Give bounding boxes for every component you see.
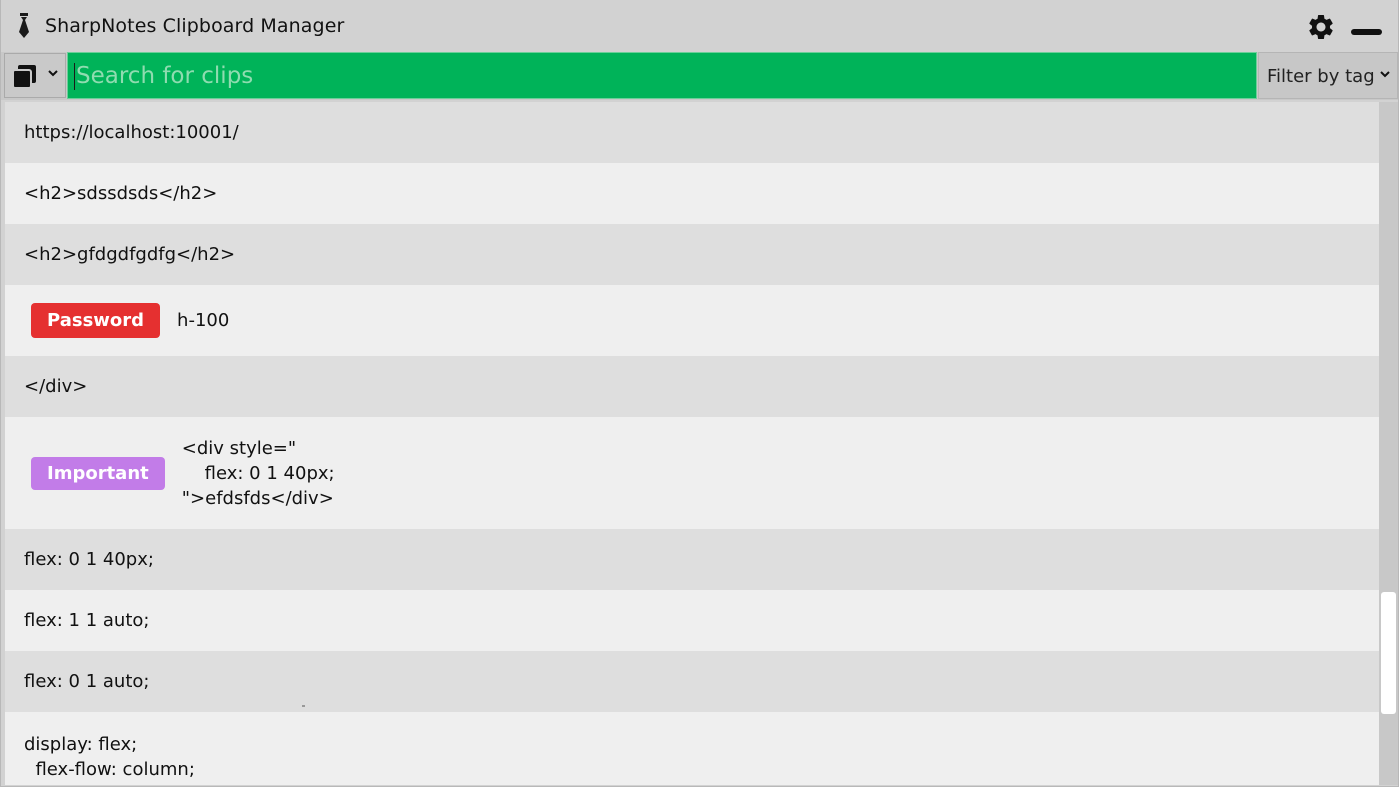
list-item[interactable]: https://localhost:10001/ [5, 102, 1379, 163]
tag-badge[interactable]: Password [31, 303, 161, 338]
list-item[interactable]: flex: 0 1 40px; [5, 529, 1379, 590]
app-title: SharpNotes Clipboard Manager [45, 15, 345, 37]
scrollbar-thumb[interactable] [1381, 592, 1396, 714]
tag-badge[interactable]: Important [31, 456, 165, 490]
clip-text: flex: 0 1 auto; [24, 671, 150, 692]
list-item[interactable]: Important <div style=" flex: 0 1 40px; "… [5, 417, 1379, 529]
copy-menu-button[interactable] [4, 53, 66, 98]
list-item[interactable]: Password h-100 [5, 285, 1379, 356]
chevron-down-icon [48, 70, 58, 77]
clip-text: <h2>gfdgdfgdfg</h2> [24, 244, 236, 265]
list-item[interactable]: flex: 1 1 auto; [5, 590, 1379, 651]
clip-text: flex: 0 1 40px; [24, 549, 154, 570]
list-item[interactable]: display: flex; flex-flow: column; [5, 712, 1379, 785]
list-item[interactable]: <h2>sdssdsds</h2> [5, 163, 1379, 224]
tie-icon [19, 13, 29, 38]
minimize-bar [1351, 29, 1382, 35]
list-item[interactable]: </div> [5, 356, 1379, 417]
chevron-down-icon [1380, 71, 1390, 78]
list-item[interactable]: <h2>gfdgdfgdfg</h2> [5, 224, 1379, 285]
search-input[interactable] [74, 53, 1246, 98]
search-box[interactable] [67, 52, 1257, 99]
toolbar: Filter by tag [1, 52, 1398, 100]
text-caret [74, 63, 75, 90]
filter-label: Filter by tag [1267, 66, 1375, 87]
copy-icon [12, 65, 36, 89]
filter-by-tag-dropdown[interactable]: Filter by tag [1258, 52, 1398, 99]
list-item[interactable]: flex: 0 1 auto; [5, 651, 1379, 712]
clip-text: display: flex; flex-flow: column; [24, 734, 195, 780]
clip-text: <div style=" flex: 0 1 40px; ">efdsfds</… [181, 437, 335, 509]
minimize-icon[interactable] [1350, 22, 1384, 42]
title-bar[interactable]: SharpNotes Clipboard Manager [1, 0, 1398, 52]
app-window: SharpNotes Clipboard Manager Filter by t… [0, 0, 1399, 787]
clip-text: </div> [24, 376, 88, 397]
clip-text: h-100 [177, 310, 230, 331]
clip-list[interactable]: https://localhost:10001/ <h2>sdssdsds</h… [5, 102, 1379, 785]
clip-text: https://localhost:10001/ [24, 122, 239, 143]
clip-text: <h2>sdssdsds</h2> [24, 183, 218, 204]
artifact-dot [302, 705, 305, 707]
clip-text: flex: 1 1 auto; [24, 610, 150, 631]
gear-icon[interactable] [1306, 12, 1336, 42]
